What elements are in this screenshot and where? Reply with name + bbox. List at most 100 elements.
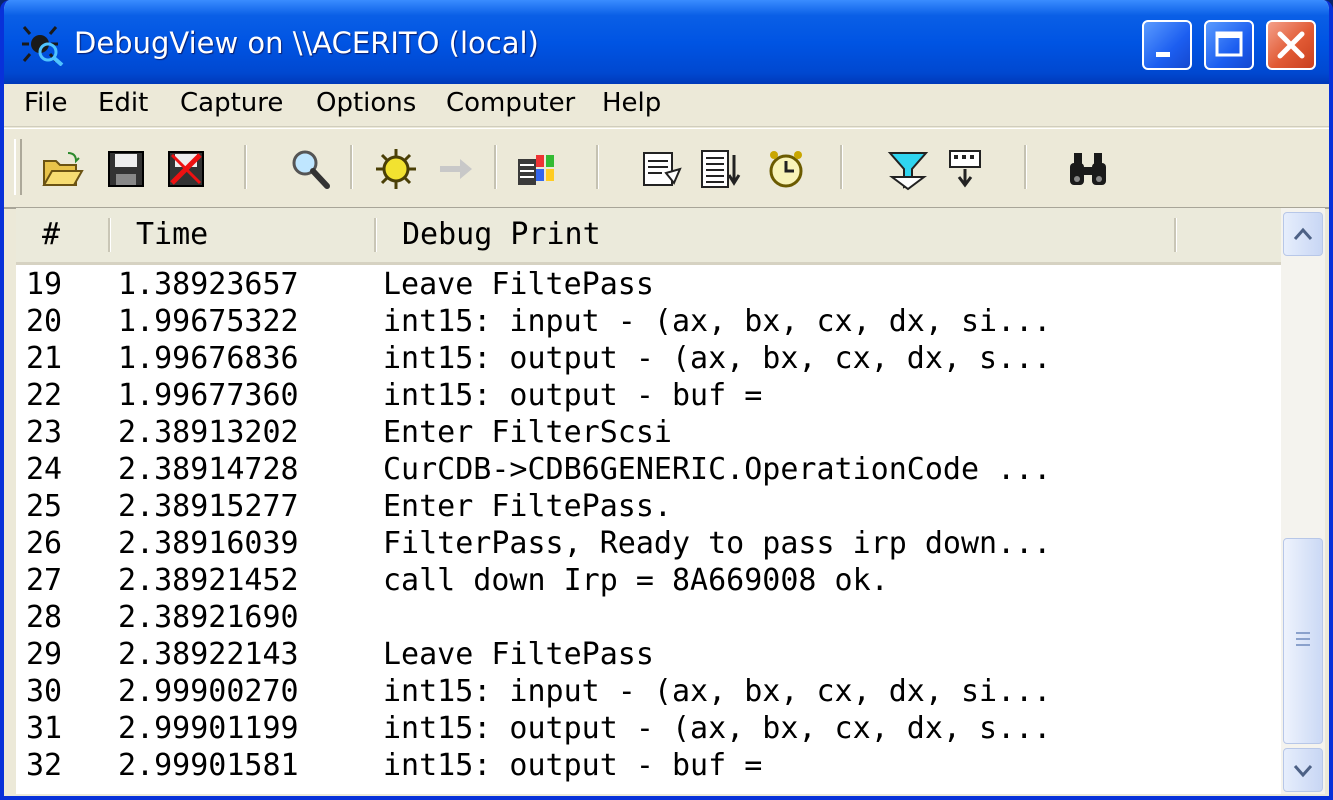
row-message: call down Irp = 8A669008 ok.: [383, 563, 889, 598]
filter-icon[interactable]: [944, 147, 988, 191]
column-divider[interactable]: [108, 218, 111, 252]
row-message: FilterPass, Ready to pass irp down...: [383, 526, 1052, 561]
column-header-time[interactable]: Time: [136, 217, 208, 252]
vertical-scrollbar[interactable]: [1281, 208, 1325, 794]
toolbar-separator: [350, 145, 353, 189]
row-number: 29: [26, 637, 63, 672]
toolbar-separator: [244, 145, 247, 189]
row-time: 2.38915277: [118, 489, 299, 524]
toolbar: [4, 128, 1329, 209]
log-row[interactable]: 24 2.38914728 CurCDB->CDB6GENERIC.Operatio…: [16, 452, 1281, 489]
row-message: int15: output - (ax, bx, cx, dx, s...: [383, 711, 1052, 746]
column-header-number[interactable]: #: [42, 217, 60, 252]
toolbar-separator: [596, 145, 599, 189]
capture-icon[interactable]: [374, 147, 418, 191]
maximize-button[interactable]: [1204, 20, 1254, 70]
row-message: int15: output - buf =: [383, 378, 763, 413]
close-button[interactable]: [1266, 20, 1316, 70]
row-time: 1.38923657: [118, 267, 299, 302]
row-time: 2.99900270: [118, 674, 299, 709]
find-icon[interactable]: [288, 147, 332, 191]
row-message: Leave FiltePass: [383, 267, 654, 302]
debug-output-list[interactable]: # Time Debug Print 19 1.38923657 Leave Fil…: [16, 208, 1281, 794]
log-row[interactable]: 32 2.99901581 int15: output - buf =: [16, 748, 1281, 785]
row-message: int15: output - buf =: [383, 748, 763, 783]
log-row[interactable]: 22 1.99677360 int15: output - buf =: [16, 378, 1281, 415]
row-message: int15: output - (ax, bx, cx, dx, s...: [383, 341, 1052, 376]
log-row[interactable]: 27 2.38921452 call down Irp = 8A669008 ok.: [16, 563, 1281, 600]
toolbar-separator: [494, 145, 497, 189]
log-row[interactable]: 31 2.99901199 int15: output - (ax, bx, cx,…: [16, 711, 1281, 748]
row-time: 2.38916039: [118, 526, 299, 561]
scroll-up-button[interactable]: [1283, 212, 1323, 256]
chevron-up-icon: [1293, 227, 1313, 240]
row-time: 2.99901581: [118, 748, 299, 783]
menu-computer[interactable]: Computer: [446, 88, 575, 118]
column-divider[interactable]: [374, 218, 377, 252]
row-number: 31: [26, 711, 63, 746]
row-number: 22: [26, 378, 63, 413]
scroll-thumb[interactable]: [1283, 538, 1323, 744]
log-row[interactable]: 23 2.38913202 Enter FilterScsi: [16, 415, 1281, 452]
save-icon[interactable]: [104, 147, 148, 191]
title-bar[interactable]: DebugView on \\ACERITO (local): [4, 0, 1329, 86]
debugview-window: DebugView on \\ACERITO (local) File Edit…: [0, 0, 1333, 800]
menu-options[interactable]: Options: [316, 88, 416, 118]
row-time: 1.99677360: [118, 378, 299, 413]
menu-bar: File Edit Capture Options Computer Help: [4, 84, 1329, 127]
row-number: 32: [26, 748, 63, 783]
row-number: 23: [26, 415, 63, 450]
log-row[interactable]: 26 2.38916039 FilterPass, Ready to pass ir…: [16, 526, 1281, 563]
row-message: CurCDB->CDB6GENERIC.OperationCode ...: [383, 452, 1052, 487]
history-depth-icon[interactable]: [640, 147, 684, 191]
row-number: 26: [26, 526, 63, 561]
filter-highlight-icon[interactable]: [886, 147, 930, 191]
column-header-debug-print[interactable]: Debug Print: [402, 217, 601, 252]
toolbar-separator: [840, 145, 843, 189]
grip-icon: [1296, 632, 1310, 646]
row-number: 20: [26, 304, 63, 339]
chevron-down-icon: [1293, 765, 1313, 778]
row-message: int15: input - (ax, bx, cx, dx, si...: [383, 304, 1052, 339]
row-time: 2.38914728: [118, 452, 299, 487]
log-row[interactable]: 29 2.38922143 Leave FiltePass: [16, 637, 1281, 674]
maximize-icon: [1215, 31, 1243, 57]
close-icon: [1277, 31, 1305, 59]
list-header: # Time Debug Print: [16, 208, 1281, 265]
log-row[interactable]: 25 2.38915277 Enter FiltePass.: [16, 489, 1281, 526]
forward-icon[interactable]: [434, 147, 478, 191]
minimize-button[interactable]: [1142, 20, 1192, 70]
debugview-app-icon[interactable]: [20, 22, 64, 67]
row-message: int15: input - (ax, bx, cx, dx, si...: [383, 674, 1052, 709]
scroll-down-button[interactable]: [1283, 748, 1323, 792]
clock-time-icon[interactable]: [764, 147, 808, 191]
menu-edit[interactable]: Edit: [98, 88, 148, 118]
log-row[interactable]: 20 1.99675322 int15: input - (ax, bx, cx, …: [16, 304, 1281, 341]
column-divider[interactable]: [1174, 218, 1177, 252]
log-row[interactable]: 30 2.99900270 int15: input - (ax, bx, cx, …: [16, 674, 1281, 711]
row-time: 1.99676836: [118, 341, 299, 376]
log-row[interactable]: 21 1.99676836 int15: output - (ax, bx, cx,…: [16, 341, 1281, 378]
window-title: DebugView on \\ACERITO (local): [74, 26, 539, 60]
row-number: 25: [26, 489, 63, 524]
row-time: 2.38921690: [118, 600, 299, 635]
log-row[interactable]: 28 2.38921690: [16, 600, 1281, 637]
clear-display-icon[interactable]: [164, 147, 208, 191]
find-binoculars-icon[interactable]: [1066, 147, 1110, 191]
row-time: 2.38922143: [118, 637, 299, 672]
row-number: 21: [26, 341, 63, 376]
menu-help[interactable]: Help: [602, 88, 661, 118]
menu-file[interactable]: File: [24, 88, 68, 118]
row-time: 2.99901199: [118, 711, 299, 746]
row-number: 30: [26, 674, 63, 709]
capture-win32-icon[interactable]: [514, 147, 558, 191]
row-time: 2.38913202: [118, 415, 299, 450]
row-number: 24: [26, 452, 63, 487]
open-folder-icon[interactable]: [40, 147, 84, 191]
menu-capture[interactable]: Capture: [180, 88, 283, 118]
log-row[interactable]: 19 1.38923657 Leave FiltePass: [16, 267, 1281, 304]
row-time: 2.38921452: [118, 563, 299, 598]
autoscroll-icon[interactable]: [698, 147, 742, 191]
row-message: Enter FilterScsi: [383, 415, 672, 450]
toolbar-grip[interactable]: [14, 139, 22, 195]
